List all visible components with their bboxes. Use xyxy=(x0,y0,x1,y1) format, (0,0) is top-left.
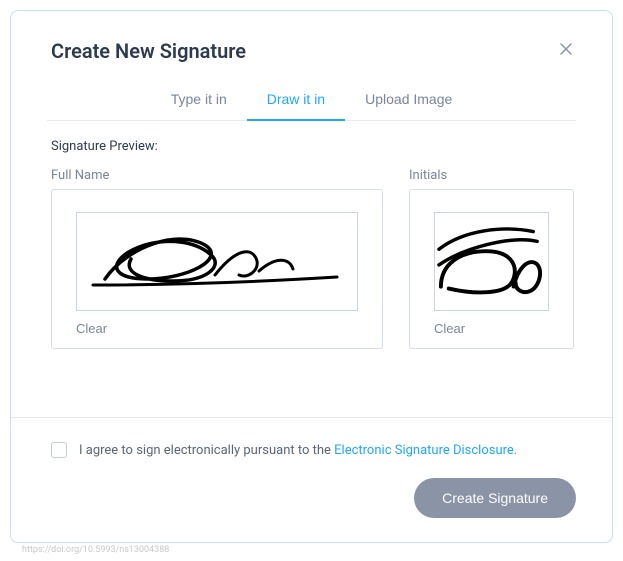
tab-type-it-in[interactable]: Type it in xyxy=(151,79,247,121)
initials-box: Clear xyxy=(409,189,574,349)
initials-canvas[interactable] xyxy=(434,212,549,311)
create-signature-button[interactable]: Create Signature xyxy=(414,478,576,518)
initials-label: Initials xyxy=(409,168,574,183)
tab-upload-image[interactable]: Upload Image xyxy=(345,79,472,121)
actions-row: Create Signature xyxy=(51,478,576,518)
tabs: Type it in Draw it in Upload Image xyxy=(47,79,576,121)
full-name-label: Full Name xyxy=(51,168,383,183)
disclosure-link[interactable]: Electronic Signature Disclosure. xyxy=(334,443,517,458)
signature-preview-label: Signature Preview: xyxy=(51,139,576,154)
full-name-signature-drawing xyxy=(87,217,347,307)
agree-row: I agree to sign electronically pursuant … xyxy=(51,442,576,458)
agree-checkbox[interactable] xyxy=(51,442,67,458)
full-name-canvas[interactable] xyxy=(76,212,358,311)
initials-signature-drawing xyxy=(435,217,548,307)
modal-body: Signature Preview: Full Name Clear xyxy=(11,121,612,417)
modal-header: Create New Signature xyxy=(11,11,612,79)
full-name-field: Full Name Clear xyxy=(51,168,383,349)
create-signature-modal: Create New Signature Type it in Draw it … xyxy=(10,10,613,543)
full-name-clear-button[interactable]: Clear xyxy=(76,321,358,336)
agree-text: I agree to sign electronically pursuant … xyxy=(79,443,517,458)
close-icon xyxy=(560,43,572,55)
modal-footer: I agree to sign electronically pursuant … xyxy=(11,417,612,542)
signature-fields: Full Name Clear Initials xyxy=(51,168,576,349)
agree-text-prefix: I agree to sign electronically pursuant … xyxy=(79,443,334,458)
modal-title: Create New Signature xyxy=(51,39,246,63)
full-name-box: Clear xyxy=(51,189,383,349)
initials-field: Initials Clear xyxy=(409,168,574,349)
tab-draw-it-in[interactable]: Draw it in xyxy=(247,79,345,121)
watermark-text: https://doi.org/10.5993/ns13004388 xyxy=(10,543,613,555)
initials-clear-button[interactable]: Clear xyxy=(434,321,549,336)
close-button[interactable] xyxy=(556,39,576,63)
